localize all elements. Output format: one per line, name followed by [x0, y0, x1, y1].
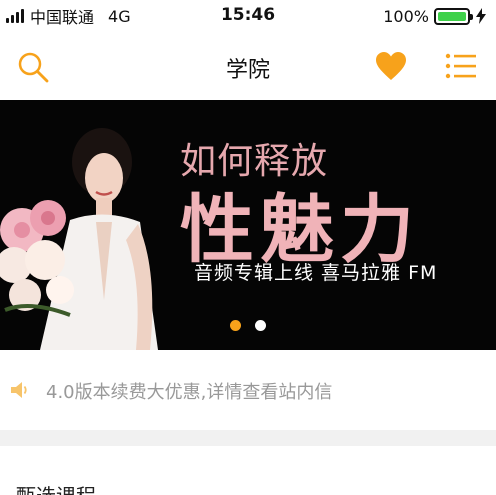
- banner-subtitle: 音频专辑上线 喜马拉雅 FM: [194, 262, 438, 284]
- notice-text: 4.0版本续费大优惠,详情查看站内信: [46, 382, 333, 403]
- battery-fill: [438, 11, 466, 21]
- carousel-indicator: [0, 320, 496, 331]
- section-divider: [0, 430, 496, 446]
- speaker-icon: [11, 382, 27, 398]
- charging-bolt-icon: [476, 8, 486, 24]
- status-bar: 中国联通 4G 15:46 100%: [0, 0, 496, 32]
- banner-woman-image: [0, 128, 158, 350]
- notice-bar[interactable]: 4.0版本续费大优惠,详情查看站内信: [0, 350, 496, 430]
- nav-bar: 学院: [0, 32, 496, 100]
- list-menu-icon[interactable]: [444, 50, 478, 82]
- carousel-dot-active[interactable]: [230, 320, 241, 331]
- page-title: 学院: [225, 58, 270, 83]
- carousel-dot[interactable]: [255, 320, 266, 331]
- battery-icon: [434, 7, 473, 25]
- promo-banner[interactable]: 如何释放 性魅力 音频专辑上线 喜马拉雅 FM: [0, 100, 496, 350]
- heart-icon[interactable]: [374, 50, 408, 82]
- section-title: 甄选课程: [16, 480, 96, 495]
- status-right: 100%: [383, 6, 486, 26]
- battery-percent: 100%: [383, 6, 429, 26]
